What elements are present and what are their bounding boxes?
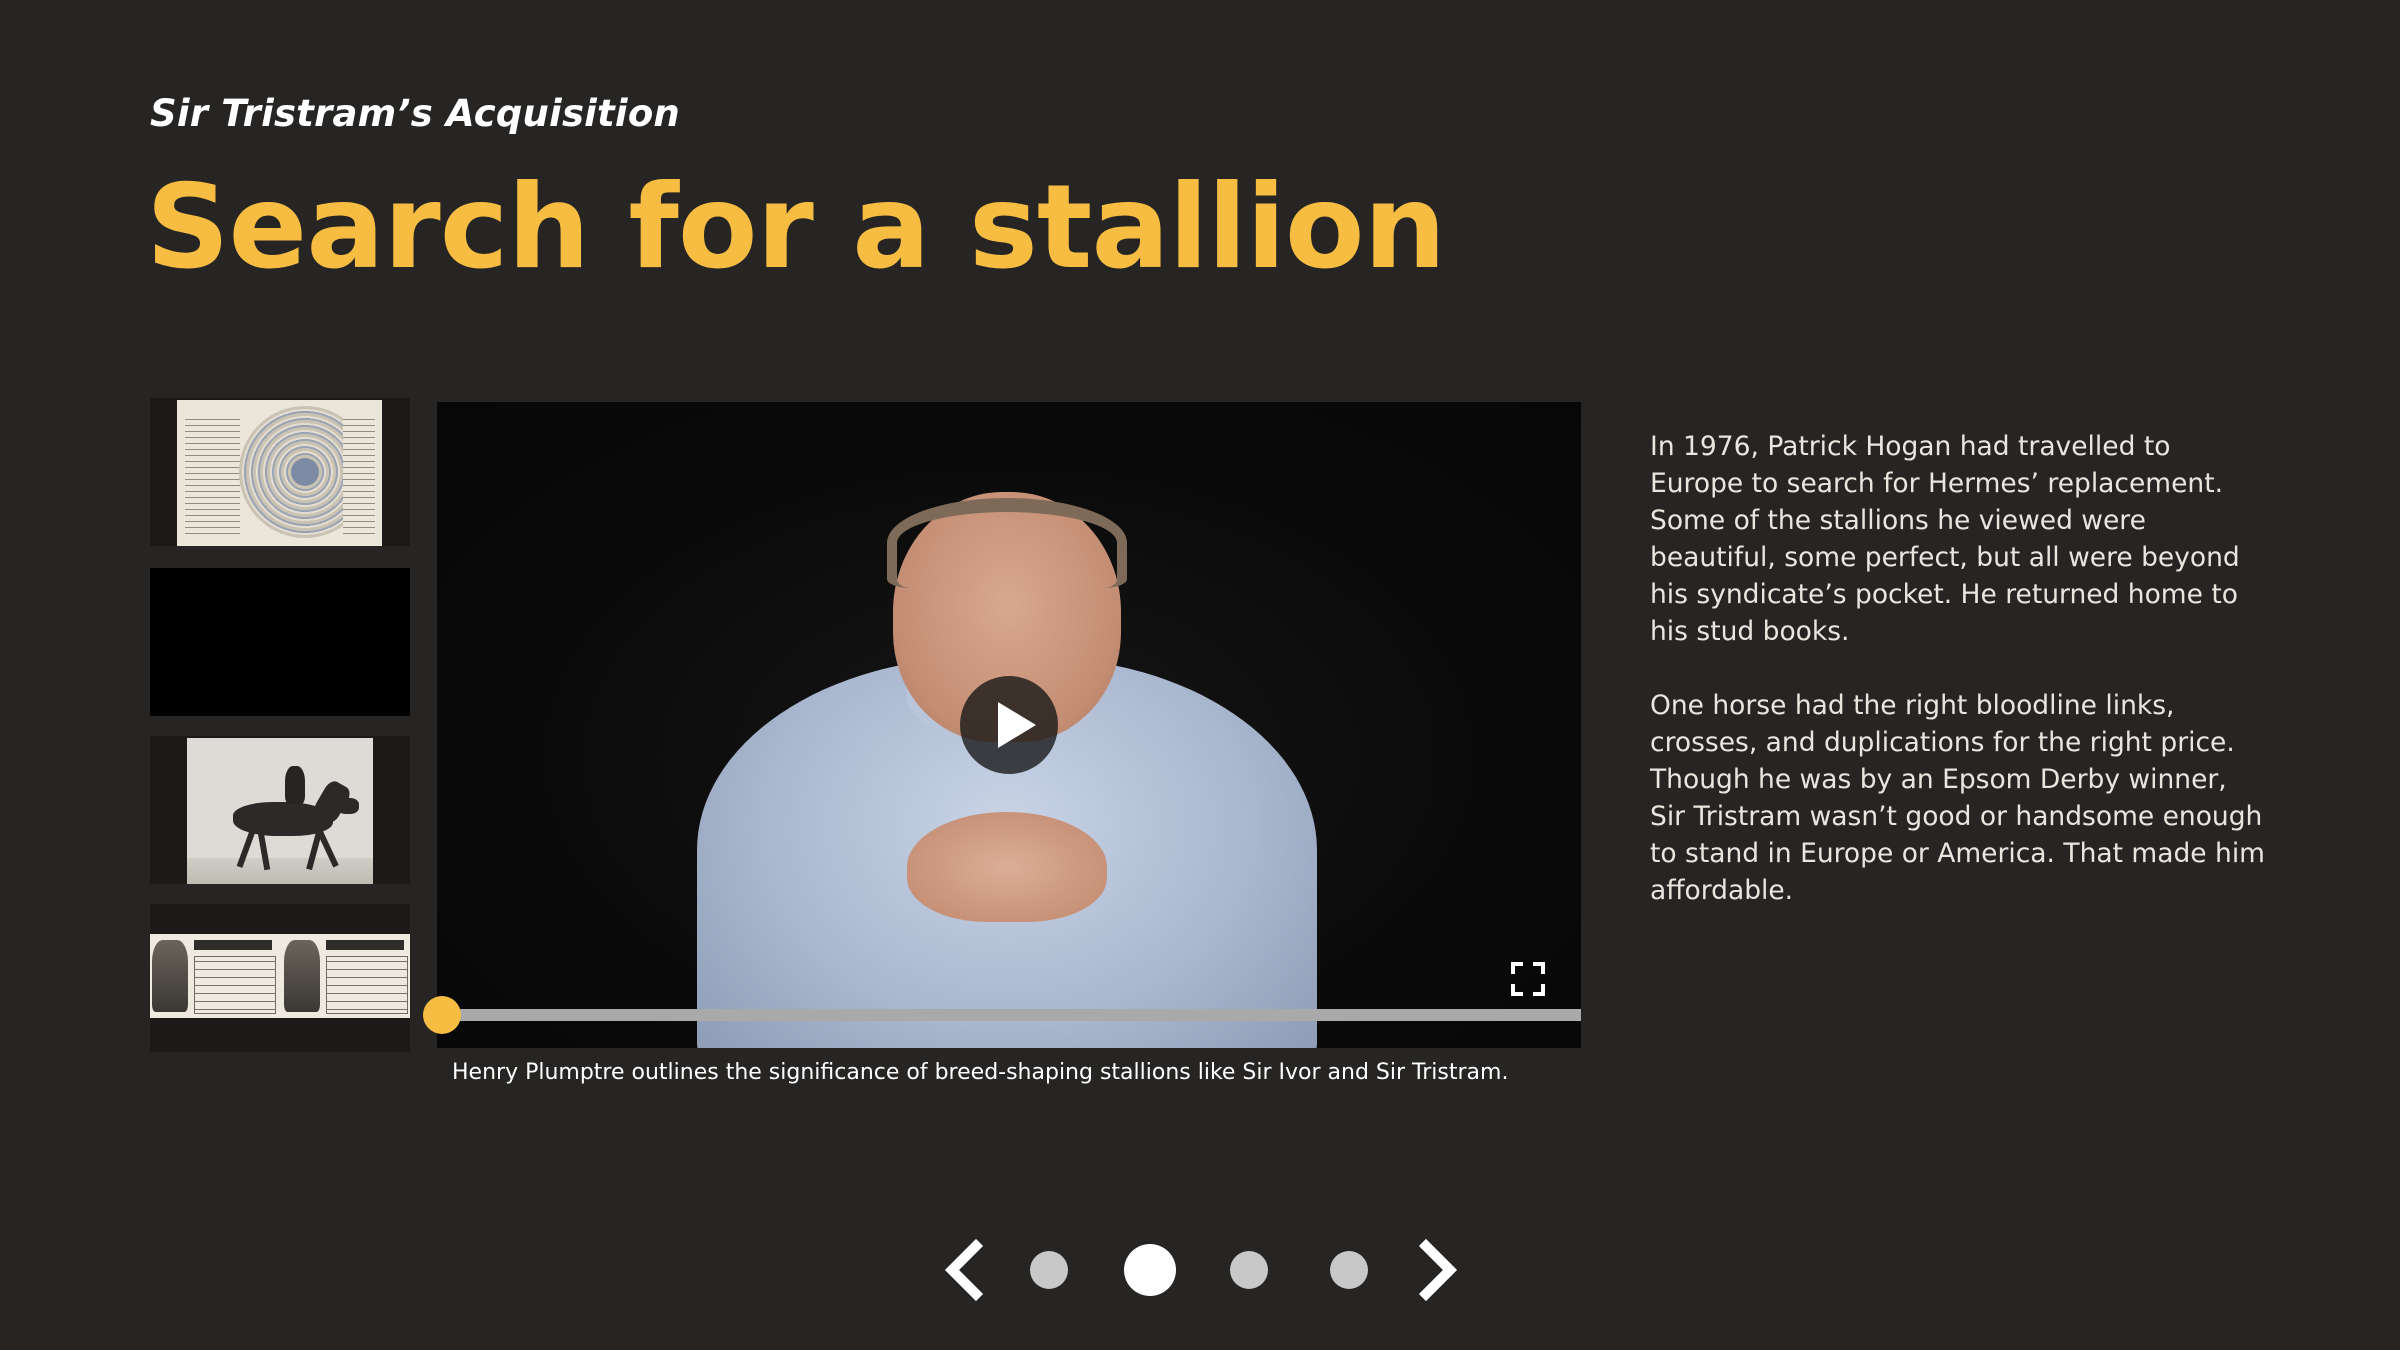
story-paragraph: One horse had the right bloodline links,… bbox=[1650, 690, 2265, 906]
thumbnail-stud-book[interactable] bbox=[150, 398, 410, 546]
pagination-dot-3[interactable] bbox=[1230, 1251, 1268, 1289]
video-progress-bar[interactable] bbox=[437, 1009, 1581, 1021]
pagination-dot-4[interactable] bbox=[1330, 1251, 1368, 1289]
race-horse-image bbox=[187, 738, 373, 884]
thumbnail-race-horse[interactable] bbox=[150, 736, 410, 884]
pagination-dot-1[interactable] bbox=[1030, 1251, 1068, 1289]
page-title: Search for a stallion bbox=[146, 160, 1446, 295]
story-text: In 1976, Patrick Hogan had travelled to … bbox=[1650, 428, 2265, 946]
race-programme-image bbox=[150, 934, 410, 1018]
video-progress-handle[interactable] bbox=[423, 996, 461, 1034]
section-eyebrow: Sir Tristram’s Acquisition bbox=[150, 92, 680, 135]
thumbnail-video[interactable] bbox=[150, 568, 410, 716]
chevron-right-icon bbox=[1418, 1238, 1458, 1302]
fullscreen-icon bbox=[1511, 962, 1545, 996]
video-caption: Henry Plumptre outlines the significance… bbox=[452, 1060, 1509, 1085]
play-button[interactable] bbox=[960, 676, 1058, 774]
fullscreen-button[interactable] bbox=[1511, 962, 1545, 996]
pagination-dot-2-active[interactable] bbox=[1124, 1244, 1176, 1296]
next-slide-button[interactable] bbox=[1414, 1238, 1464, 1302]
thumbnail-race-programme[interactable] bbox=[150, 904, 410, 1052]
play-icon bbox=[998, 702, 1036, 748]
video-player[interactable] bbox=[437, 402, 1581, 1048]
pedigree-chart-image bbox=[177, 400, 382, 546]
chevron-left-icon bbox=[944, 1238, 984, 1302]
previous-slide-button[interactable] bbox=[938, 1238, 988, 1302]
story-paragraph: In 1976, Patrick Hogan had travelled to … bbox=[1650, 431, 2240, 647]
